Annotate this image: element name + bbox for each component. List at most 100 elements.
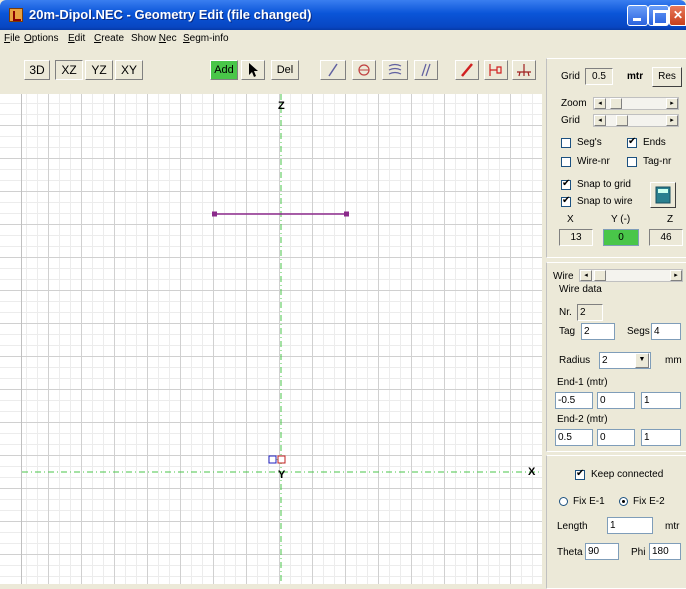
grid-slider[interactable]: ◂ ▸ xyxy=(593,114,679,127)
source-button[interactable] xyxy=(484,60,508,80)
circle-tool-button[interactable] xyxy=(352,60,376,80)
end2-z-field[interactable]: 1 xyxy=(641,429,681,446)
segs-label: Seg's xyxy=(577,137,602,148)
wire-panel: Wire ◂ ▸ Wire data Nr. 2 Tag 2 Segs 4 Ra… xyxy=(546,262,686,452)
minimize-icon[interactable] xyxy=(627,5,648,26)
end1-x-field[interactable]: -0.5 xyxy=(555,392,593,409)
view-xy-button[interactable]: XY xyxy=(115,60,143,80)
ground-button[interactable] xyxy=(512,60,536,80)
grid-thumb[interactable] xyxy=(616,115,628,126)
segs-field[interactable]: 4 xyxy=(651,323,681,340)
geometry-canvas[interactable]: Z Y X xyxy=(22,94,542,589)
res-button[interactable]: Res xyxy=(652,67,682,87)
app-icon[interactable] xyxy=(9,8,23,22)
tag-field[interactable]: 2 xyxy=(581,323,615,340)
view-xz-button[interactable]: XZ xyxy=(55,60,83,80)
zoom-slider[interactable]: ◂ ▸ xyxy=(593,97,679,110)
maximize-icon[interactable] xyxy=(648,5,669,26)
menu-show-nec[interactable]: Show Nec xyxy=(131,33,177,44)
calculator-icon xyxy=(655,186,671,204)
grid-size-label: Grid xyxy=(561,71,580,82)
add-button[interactable]: Add xyxy=(210,60,238,80)
end1-label: End-1 (mtr) xyxy=(557,377,608,388)
pointer-button[interactable] xyxy=(241,60,265,80)
wire-end-1 xyxy=(212,211,217,217)
tag-nr-checkbox[interactable] xyxy=(627,157,637,167)
view-yz-button[interactable]: YZ xyxy=(85,60,113,80)
grid-size-field[interactable]: 0.5 xyxy=(585,68,613,85)
length-field[interactable]: 1 xyxy=(607,517,653,534)
wire-nr-checkbox[interactable] xyxy=(561,157,571,167)
menu-segm-info[interactable]: Segm-info xyxy=(183,33,229,44)
window-title: 20m-Dipol.NEC - Geometry Edit (file chan… xyxy=(29,7,312,22)
z-header: Z xyxy=(667,214,674,225)
z-coordinate-field: 46 xyxy=(649,229,683,246)
helix-tool-button[interactable] xyxy=(382,60,408,80)
end2-x-field[interactable]: 0.5 xyxy=(555,429,593,446)
del-button[interactable]: Del xyxy=(271,60,299,80)
end2-y-field[interactable]: 0 xyxy=(597,429,635,446)
pointer-arrow-icon xyxy=(249,63,258,77)
theta-label: Theta xyxy=(557,547,583,558)
x-coordinate-field: 13 xyxy=(559,229,593,246)
end1-y-field[interactable]: 0 xyxy=(597,392,635,409)
wire-geometry-panel: Keep connected Fix E-1 Fix E-2 Length 1 … xyxy=(546,455,686,589)
menu-create[interactable]: Create xyxy=(94,33,124,44)
helix-tool-icon xyxy=(388,63,402,75)
title-bar: 20m-Dipol.NEC - Geometry Edit (file chan… xyxy=(0,0,686,30)
wire-end-2 xyxy=(344,211,349,217)
grid-left-arrow[interactable]: ◂ xyxy=(594,115,606,126)
y-axis-label: Y xyxy=(278,469,286,481)
menu-options[interactable]: Options xyxy=(24,33,58,44)
source-icon xyxy=(489,64,502,76)
line-tool-icon xyxy=(328,63,338,77)
grid-slider-label: Grid xyxy=(561,115,580,126)
keep-connected-checkbox[interactable] xyxy=(575,468,585,480)
wire-next-arrow[interactable]: ▸ xyxy=(670,270,682,281)
wire-thumb[interactable] xyxy=(594,270,606,281)
snap-grid-checkbox[interactable] xyxy=(561,178,571,190)
close-icon[interactable] xyxy=(669,5,686,26)
x-axis-label: X xyxy=(528,466,536,478)
zoom-right-arrow[interactable]: ▸ xyxy=(666,98,678,109)
menu-bar: File Options Edit Create Show Nec Segm-i… xyxy=(0,30,686,48)
y-coordinate-field: 0 xyxy=(603,229,639,246)
keep-connected-label: Keep connected xyxy=(591,469,664,480)
y-header: Y (-) xyxy=(611,214,631,225)
wire-nr-label: Wire-nr xyxy=(577,156,610,167)
zoom-left-arrow[interactable]: ◂ xyxy=(594,98,606,109)
theta-field[interactable]: 90 xyxy=(585,543,619,560)
ground-icon xyxy=(517,64,531,77)
parallel-wires-icon xyxy=(421,63,431,77)
wire-prev-arrow[interactable]: ◂ xyxy=(580,270,592,281)
menu-file[interactable]: File xyxy=(4,33,20,44)
fix-e2-label: Fix E-2 xyxy=(633,496,665,507)
grid-unit-label: mtr xyxy=(627,71,644,82)
radius-dropdown-icon[interactable]: ▼ xyxy=(635,353,649,368)
parallel-wires-button[interactable] xyxy=(414,60,438,80)
zoom-thumb[interactable] xyxy=(610,98,622,109)
menu-edit[interactable]: Edit xyxy=(68,33,85,44)
zoom-label: Zoom xyxy=(561,98,587,109)
canvas-bottom-edge xyxy=(0,584,546,589)
snap-wire-label: Snap to wire xyxy=(577,196,633,207)
calculator-button[interactable] xyxy=(650,182,676,208)
fix-e1-label: Fix E-1 xyxy=(573,496,605,507)
pencil-button[interactable] xyxy=(455,60,479,80)
fix-e2-radio[interactable] xyxy=(619,497,628,506)
ends-checkbox[interactable] xyxy=(627,136,637,148)
grid-right-arrow[interactable]: ▸ xyxy=(666,115,678,126)
phi-label: Phi xyxy=(631,547,646,558)
view-3d-button[interactable]: 3D xyxy=(24,60,50,80)
line-tool-button[interactable] xyxy=(320,60,346,80)
end1-z-field[interactable]: 1 xyxy=(641,392,681,409)
segs-checkbox[interactable] xyxy=(561,138,571,148)
length-unit-label: mtr xyxy=(665,521,680,532)
wire-selector-slider[interactable]: ◂ ▸ xyxy=(579,269,683,282)
fix-e1-radio[interactable] xyxy=(559,497,568,506)
snap-wire-checkbox[interactable] xyxy=(561,195,571,207)
geometry-drawing xyxy=(22,94,542,589)
length-label: Length xyxy=(557,521,588,532)
segs-field-label: Segs xyxy=(627,326,650,337)
phi-field[interactable]: 180 xyxy=(649,543,681,560)
